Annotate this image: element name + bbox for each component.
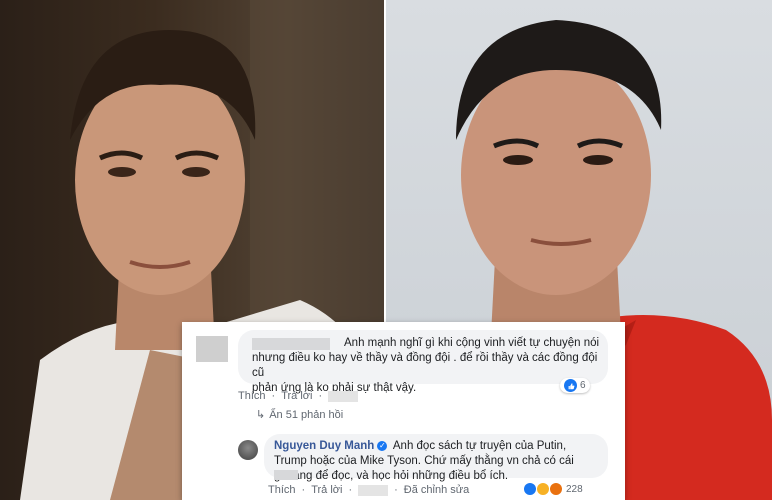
comment-text-line-2: nhưng điều ko hay về thầy và đồng đội . …: [252, 352, 598, 379]
reply-reaction-count: 228: [566, 483, 583, 495]
facebook-comment-card: Anh mạnh nghĩ gì khi cộng vinh viết tự c…: [182, 322, 625, 500]
reply-actions: Thích · Trả lời · · Đã chỉnh sửa: [268, 484, 470, 496]
like-link[interactable]: Thích: [238, 390, 266, 402]
reply-author-avatar[interactable]: [238, 440, 258, 460]
reply-text-line-2: Trump hoặc của Mike Tyson. Chứ mấy thằng…: [274, 455, 574, 467]
angry-reaction-icon: [550, 483, 562, 495]
hide-replies-label: Ẩn 51 phản hồi: [269, 408, 344, 421]
reaction-count-text: 6: [580, 380, 586, 391]
hide-replies-link[interactable]: ↳ Ẩn 51 phản hồi: [256, 408, 344, 422]
reply-link[interactable]: Trả lời: [281, 390, 312, 402]
reply-like-link[interactable]: Thích: [268, 484, 296, 496]
blurred-timestamp: [358, 484, 389, 496]
reply-author-name[interactable]: Nguyen Duy Manh: [274, 440, 374, 452]
blurred-avatar: [196, 336, 228, 362]
comment-text: Anh mạnh nghĩ gì khi cộng vinh viết tự c…: [252, 336, 602, 396]
reply-text: Nguyen Duy Manh ✓ Anh đọc sách tự truyện …: [274, 439, 604, 484]
reply-text-line-1: Anh đọc sách tự truyện của Putin,: [392, 440, 567, 452]
comment-bubble: Anh mạnh nghĩ gì khi cộng vinh viết tự c…: [238, 330, 608, 394]
comment-reaction-count[interactable]: 6: [560, 378, 590, 393]
comment-actions: Thích · Trả lời ·: [238, 390, 359, 402]
like-reaction-icon: [524, 483, 536, 495]
reply-arrow-icon: ↳: [256, 409, 266, 421]
like-reaction-icon: [564, 379, 577, 392]
reply-bubble: Nguyen Duy Manh ✓ Anh đọc sách tự truyện …: [264, 434, 608, 482]
reply-reply-link[interactable]: Trả lời: [311, 484, 342, 496]
blurred-timestamp: [328, 390, 359, 402]
verified-badge-icon: ✓: [377, 440, 388, 451]
reply-text-line-3: gì đáng để đọc, và học hỏi những điều bổ…: [274, 470, 509, 482]
comment-text-line-1: Anh mạnh nghĩ gì khi cộng vinh viết tự c…: [344, 337, 600, 349]
edited-label: Đã chỉnh sửa: [403, 484, 470, 496]
haha-reaction-icon: [537, 483, 549, 495]
reply-reaction-summary[interactable]: 228: [524, 483, 583, 495]
blurred-text-fragment: [274, 470, 298, 480]
